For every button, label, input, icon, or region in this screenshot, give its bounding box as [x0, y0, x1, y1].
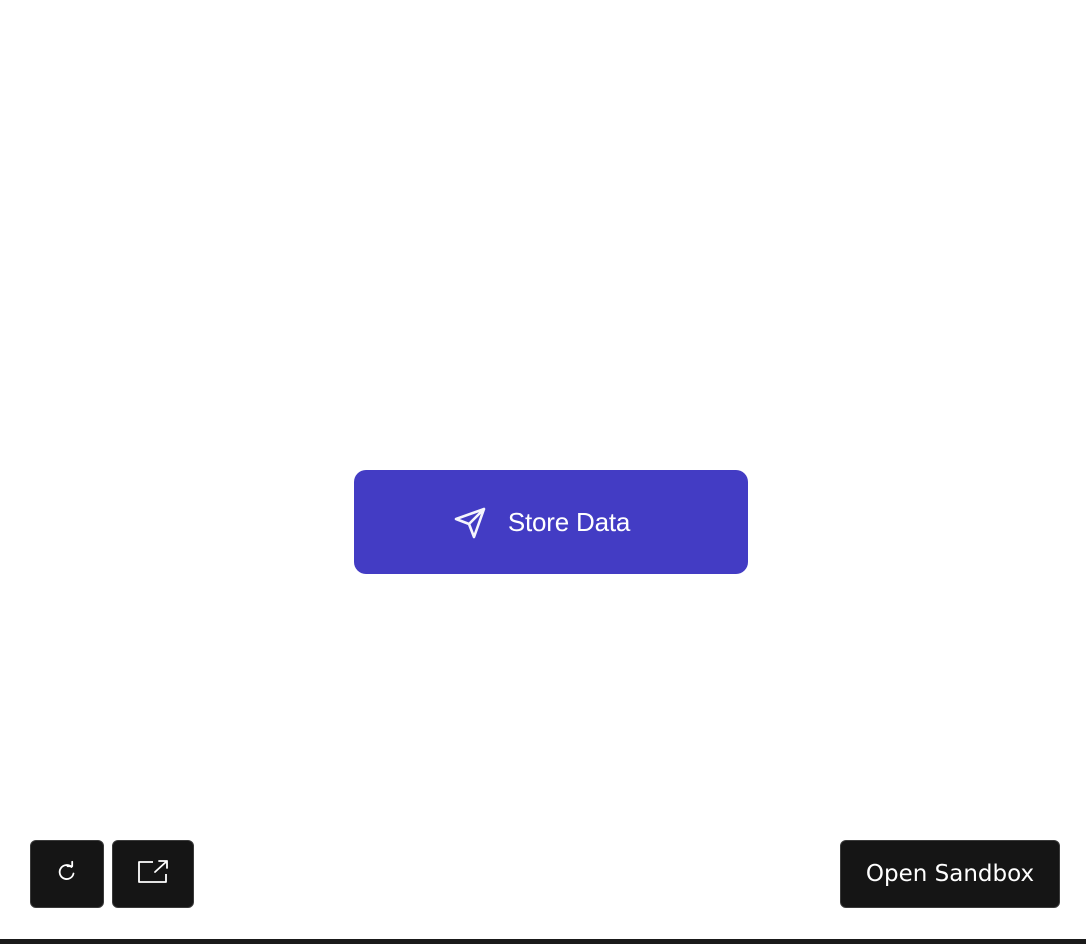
- send-icon: [452, 504, 488, 540]
- preview-page: Store Data Open Sandbox: [0, 0, 1086, 944]
- external-link-icon: [136, 859, 170, 890]
- refresh-button[interactable]: [30, 840, 104, 908]
- bottom-border: [0, 939, 1086, 944]
- open-in-new-window-button[interactable]: [112, 840, 194, 908]
- store-data-button[interactable]: Store Data: [354, 470, 748, 574]
- store-data-label: Store Data: [507, 506, 631, 537]
- refresh-icon: [55, 860, 79, 889]
- open-sandbox-button[interactable]: Open Sandbox: [840, 840, 1060, 908]
